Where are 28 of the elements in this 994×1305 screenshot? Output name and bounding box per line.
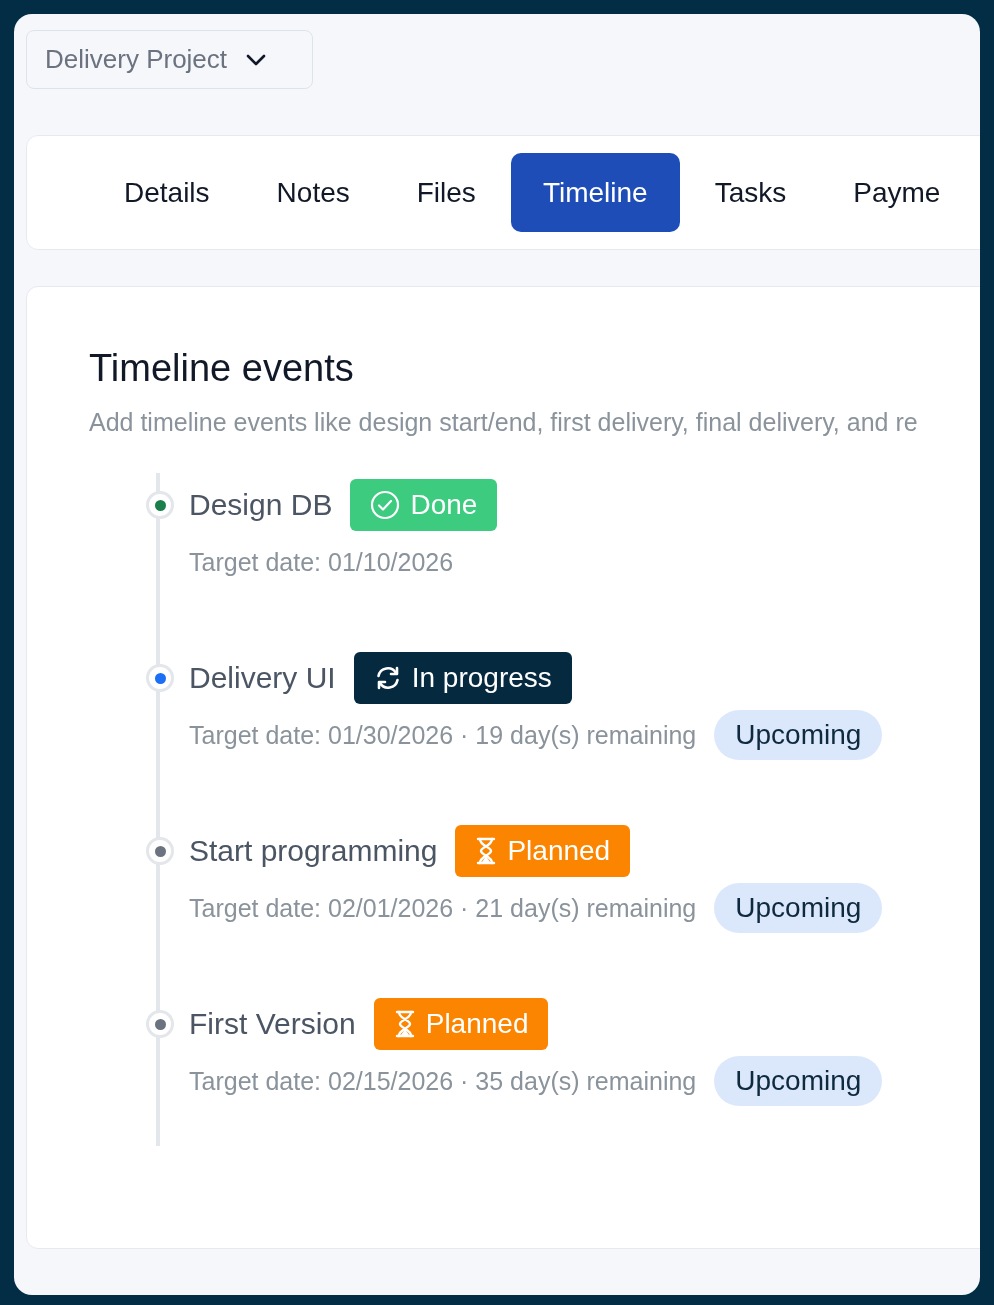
upcoming-badge: Upcoming [714, 1056, 883, 1106]
section-description: Add timeline events like design start/end, first delivery, final delivery, and re [89, 408, 919, 437]
status-badge: Done [350, 479, 498, 531]
tab[interactable]: Files [384, 153, 508, 232]
section-title: Timeline events [89, 347, 355, 390]
tab[interactable]: Notes [244, 153, 382, 232]
target-date: Target date: 01/10/2026 [189, 547, 454, 577]
status-badge: Planned [455, 825, 631, 877]
upcoming-badge: Upcoming [714, 883, 883, 933]
check-circle-icon [370, 490, 401, 520]
target-date: Target date: 01/30/2026 · 19 day(s) remaining [189, 720, 697, 750]
target-date: Target date: 02/01/2026 · 21 day(s) remaining [189, 893, 697, 923]
chevron-down-icon [245, 52, 268, 67]
tab[interactable]: Payme [821, 153, 973, 232]
status-badge: In progress [353, 652, 572, 704]
event-title: Start programming [189, 834, 438, 868]
tab[interactable]: Tasks [682, 153, 819, 232]
upcoming-badge: Upcoming [714, 710, 883, 760]
target-date: Target date: 02/15/2026 · 35 day(s) remaining [189, 1066, 697, 1096]
tab[interactable]: Timeline [510, 153, 680, 232]
project-dropdown[interactable]: Delivery Project [26, 30, 313, 89]
event-title: First Version [189, 1007, 356, 1041]
hourglass-icon [393, 1010, 416, 1038]
status-badge: Planned [373, 998, 549, 1050]
event-title: Delivery UI [189, 661, 336, 695]
hourglass-icon [475, 837, 498, 865]
event-title: Design DB [189, 488, 333, 522]
tab[interactable]: Details [92, 153, 242, 232]
